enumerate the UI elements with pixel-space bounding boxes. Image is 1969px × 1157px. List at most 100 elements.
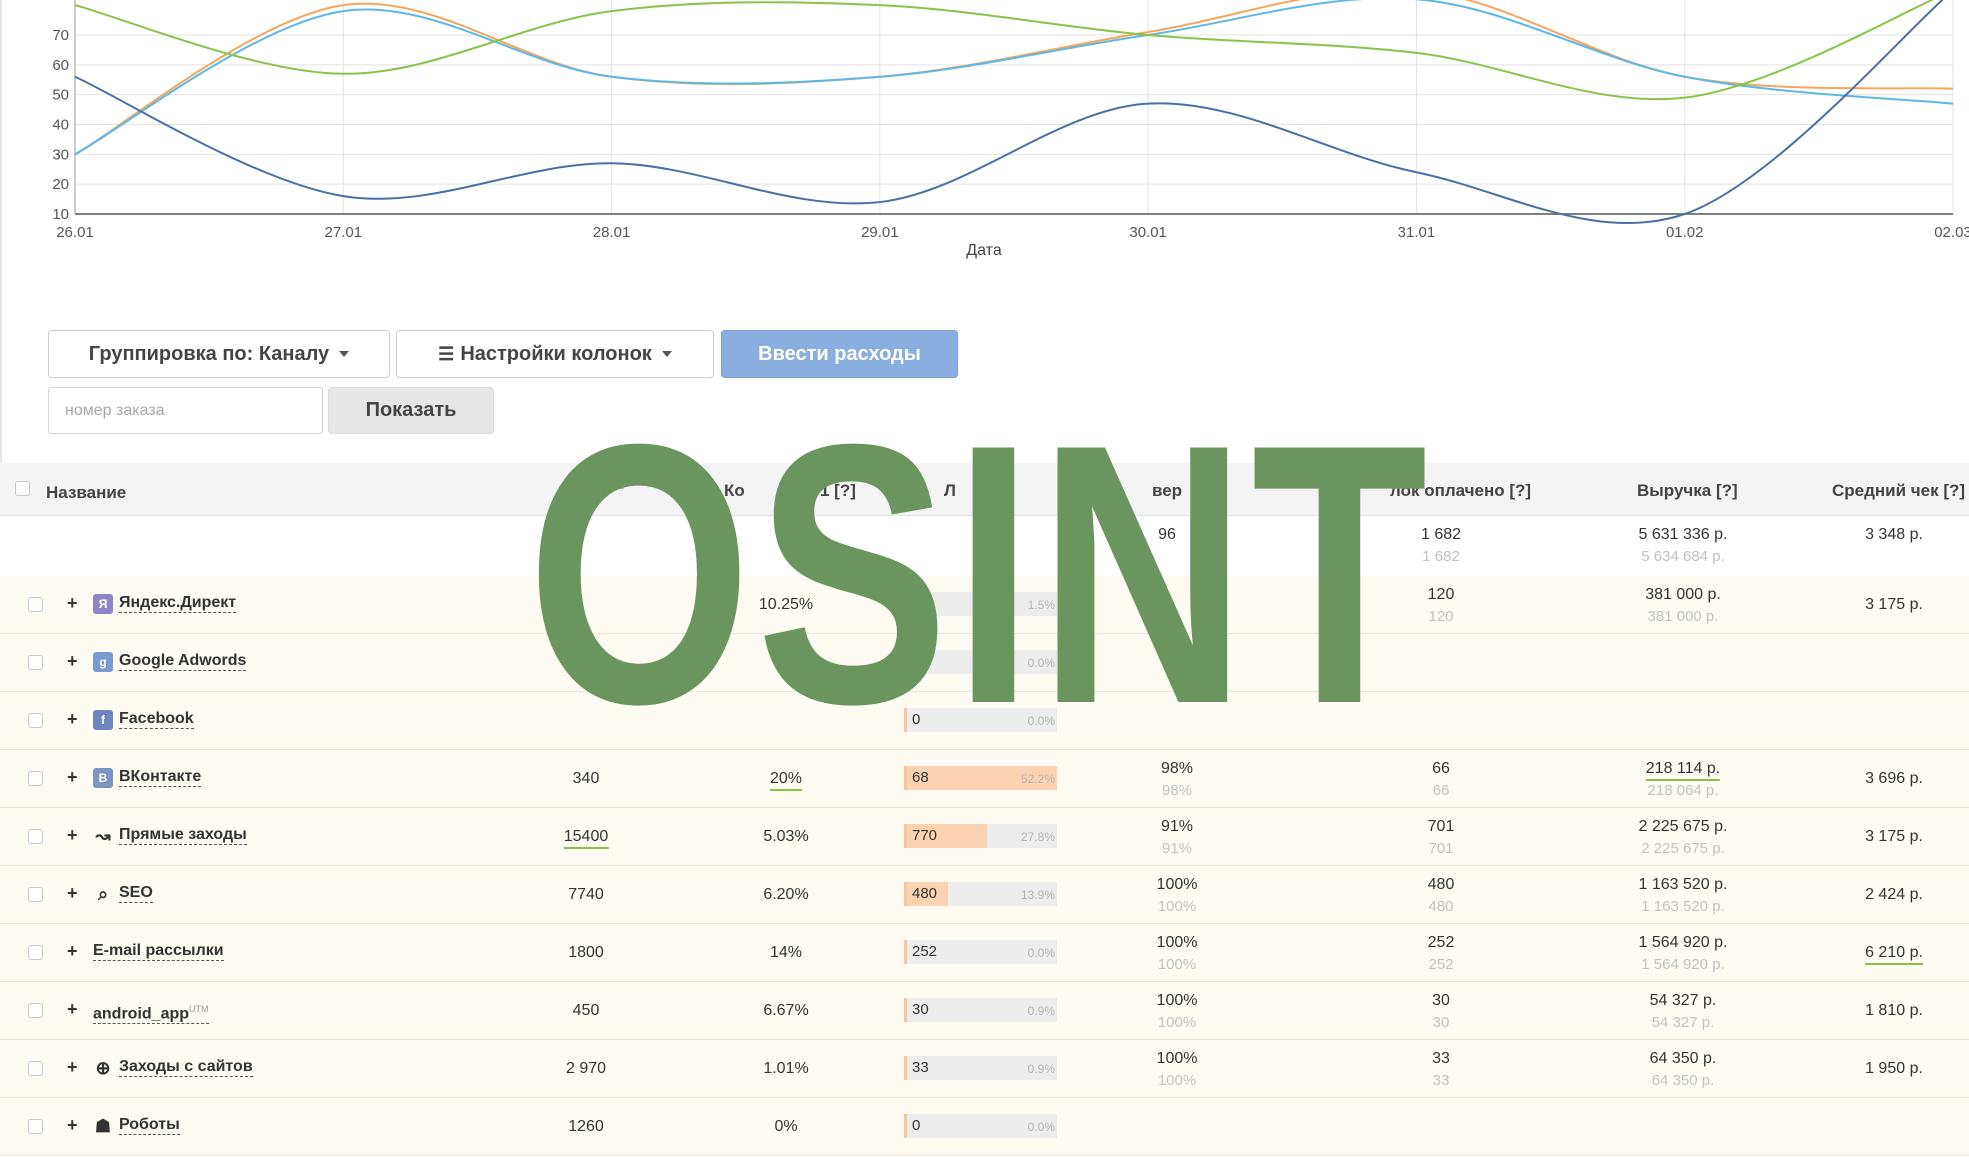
payment-rate: 100%: [1156, 934, 1198, 951]
revenue-value: 218 114 р.: [1645, 760, 1721, 781]
expand-icon[interactable]: +: [67, 941, 78, 962]
series-line-1: [74, 0, 1954, 156]
grouping-dropdown[interactable]: Группировка по: Каналу: [48, 330, 390, 378]
payment-rate-sub: 98%: [1161, 782, 1193, 799]
show-button[interactable]: Показать: [328, 387, 494, 434]
paid-count: 252: [1427, 934, 1455, 951]
table-row[interactable]: + ⊕ Заходы с сайтов 2 970 1.01% 33 0.9% 100% 100…: [0, 1040, 1969, 1098]
paid-count: 480: [1427, 876, 1455, 893]
header-col3[interactable]: Ко: [724, 481, 745, 501]
channel-name-link[interactable]: Яндекс.Директ: [119, 594, 237, 613]
table-row[interactable]: + android_appUTM 450 6.67% 30 0.9% 100% 100% 30 3…: [0, 982, 1969, 1040]
expand-icon[interactable]: +: [67, 651, 78, 672]
channel-name-link[interactable]: Заходы с сайтов: [119, 1058, 253, 1077]
row-checkbox[interactable]: [28, 597, 43, 612]
row-checkbox[interactable]: [28, 713, 43, 728]
leads-bar: 20 1.5%: [904, 592, 1057, 616]
avg-check-value: 2 424 р.: [1865, 886, 1923, 903]
select-all-checkbox[interactable]: [15, 481, 30, 496]
y-tick-label: 70: [52, 27, 69, 44]
table-row[interactable]: + ↝ Прямые заходы 15400 5.03% 770 27.8% 91% 91% 7…: [0, 808, 1969, 866]
paid-count: 30: [1432, 992, 1450, 1009]
header-col3b[interactable]: 1 [?]: [820, 481, 856, 501]
channel-name: ВКонтакте: [119, 768, 202, 785]
header-avg-check[interactable]: Средний чек [?]: [1832, 481, 1965, 501]
visits-value: 450: [572, 1002, 600, 1019]
channel-name-link[interactable]: E-mail рассылки: [93, 942, 224, 961]
paid-count-sub: 30: [1432, 1014, 1450, 1031]
table-row[interactable]: + g Google Adwords 0.0%: [0, 634, 1969, 692]
enter-expenses-label: Ввести расходы: [758, 342, 921, 365]
channel-name-link[interactable]: ВКонтакте: [119, 768, 202, 787]
expand-icon[interactable]: +: [67, 1057, 78, 1078]
payment-rate-sub: 100%: [1157, 956, 1197, 973]
channel-name-link[interactable]: Роботы: [119, 1116, 180, 1135]
x-tick-label: 30.01: [1129, 224, 1167, 241]
leads-bar: 0.0%: [904, 650, 1057, 674]
conversion-rate: 5.03%: [763, 828, 809, 845]
channel-name-link[interactable]: SEO: [119, 884, 153, 903]
y-tick-label: 60: [52, 57, 69, 74]
leads-bar: 68 52.2%: [904, 766, 1057, 790]
row-checkbox[interactable]: [28, 771, 43, 786]
totals-row: 96 1 682 1 682 5 631 336 р. 5 634 684 р.…: [0, 516, 1969, 577]
channel-name: android_app: [93, 1005, 190, 1023]
expand-icon[interactable]: +: [67, 883, 78, 904]
channel-name-link[interactable]: Прямые заходы: [119, 826, 247, 845]
revenue-sub: 54 327 р.: [1651, 1014, 1715, 1031]
order-number-input[interactable]: [48, 387, 323, 434]
table-row[interactable]: + ⌕ SEO 7740 6.20% 480 13.9% 100% 100% 480 480 1 16…: [0, 866, 1969, 924]
enter-expenses-button[interactable]: Ввести расходы: [721, 330, 958, 378]
table-row[interactable]: + f Facebook 0 0.0%: [0, 692, 1969, 750]
header-name[interactable]: Название: [46, 483, 126, 503]
header-revenue[interactable]: Выручка [?]: [1637, 481, 1738, 501]
x-tick-label: 27.01: [325, 224, 363, 241]
leads-bar: 252 0.0%: [904, 940, 1057, 964]
header-col4[interactable]: Л: [944, 481, 956, 501]
x-tick-label: 26.01: [56, 224, 94, 241]
row-checkbox[interactable]: [28, 1119, 43, 1134]
expand-icon[interactable]: +: [67, 1115, 78, 1136]
header-col2[interactable]: [?]: [612, 477, 624, 489]
expand-icon[interactable]: +: [67, 825, 78, 846]
column-settings-dropdown[interactable]: ☰ Настройки колонок: [396, 330, 714, 378]
header-col5[interactable]: вер: [1152, 481, 1182, 501]
table-row[interactable]: + E-mail рассылки 1800 14% 252 0.0% 100% 100% 25…: [0, 924, 1969, 982]
channel-name: Прямые заходы: [119, 826, 247, 843]
conversion-rate: 10.25%: [758, 596, 814, 613]
table-row[interactable]: + ☗ Роботы 1260 0% 0 0.0%: [0, 1098, 1969, 1156]
table-row[interactable]: + Я Яндекс.Директ 10.25% 20 1.5% 120 120 381 000…: [0, 576, 1969, 634]
facebook-icon: f: [93, 710, 113, 730]
y-tick-label: 40: [52, 117, 69, 134]
header-paid[interactable]: лок оплачено [?]: [1390, 481, 1531, 501]
paid-count-sub: 66: [1432, 782, 1450, 799]
paid-count-sub: 480: [1428, 898, 1454, 915]
row-checkbox[interactable]: [28, 887, 43, 902]
direct-visits-icon: ↝: [95, 825, 111, 846]
expand-icon[interactable]: +: [67, 709, 78, 730]
channel-name-link[interactable]: Google Adwords: [119, 652, 247, 671]
expand-icon[interactable]: +: [67, 767, 78, 788]
leads-percent: 0.0%: [1027, 1120, 1055, 1134]
payment-rate: 100%: [1156, 992, 1198, 1009]
total-revenue: 5 631 336 р.: [1638, 526, 1728, 543]
row-checkbox[interactable]: [28, 945, 43, 960]
row-checkbox[interactable]: [28, 1003, 43, 1018]
table-row[interactable]: + B ВКонтакте 340 20% 68 52.2% 98% 98% 66 66 218 11…: [0, 750, 1969, 808]
avg-check-value: 1 810 р.: [1865, 1002, 1923, 1019]
leads-percent: 52.2%: [1020, 772, 1055, 786]
leads-percent: 13.9%: [1020, 888, 1055, 902]
row-checkbox[interactable]: [28, 1061, 43, 1076]
row-checkbox[interactable]: [28, 829, 43, 844]
expand-icon[interactable]: +: [67, 999, 78, 1020]
conversion-rate: 6.20%: [763, 886, 809, 903]
leads-percent: 0.0%: [1027, 656, 1055, 670]
channel-name-link[interactable]: android_appUTM: [93, 1000, 209, 1025]
x-tick-label: 29.01: [861, 224, 899, 241]
leads-value: 30: [912, 1001, 929, 1018]
x-tick-label: 31.01: [1398, 224, 1436, 241]
row-checkbox[interactable]: [28, 655, 43, 670]
expand-icon[interactable]: +: [67, 593, 78, 614]
channel-name-link[interactable]: Facebook: [119, 710, 194, 729]
revenue-sub: 2 225 675 р.: [1641, 840, 1725, 857]
